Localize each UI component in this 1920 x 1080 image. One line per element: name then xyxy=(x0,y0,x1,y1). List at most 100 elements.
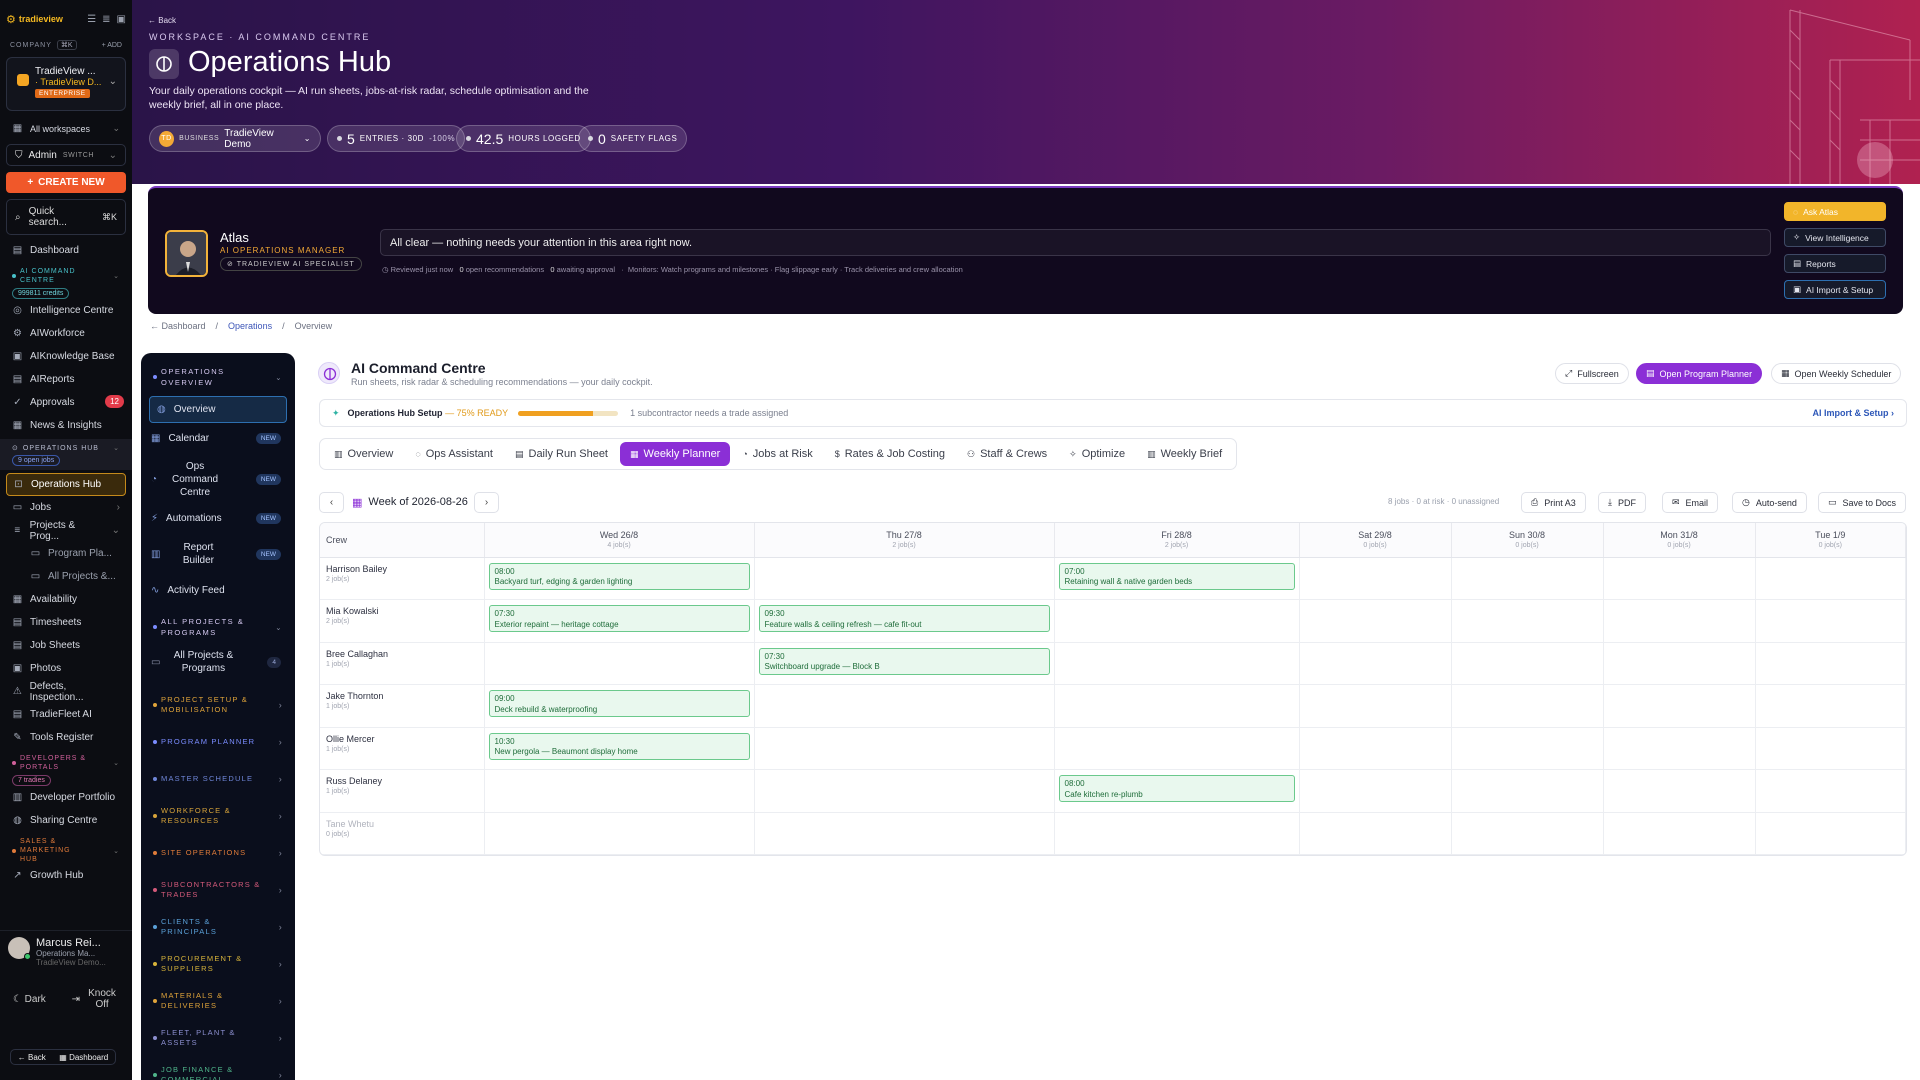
sidebar-item-operations-hub[interactable]: ⊡ Operations Hub xyxy=(6,473,126,496)
schedule-cell[interactable] xyxy=(1451,599,1604,643)
nav-group-subcontractors-trades[interactable]: SUBCONTRACTORS & TRADES › xyxy=(141,871,295,908)
add-company-button[interactable]: + ADD xyxy=(102,42,122,49)
schedule-cell[interactable]: 08:00 Backyard turf, edging & garden ligh… xyxy=(484,557,755,600)
schedule-cell[interactable]: 07:00 Retaining wall & native garden beds xyxy=(1054,557,1300,600)
nav-overview[interactable]: ◍ Overview xyxy=(149,396,287,423)
tab-weekly-brief[interactable]: ▥ Weekly Brief xyxy=(1137,442,1232,466)
auto-send-button[interactable]: ◷ Auto-send xyxy=(1732,492,1807,513)
nav-group-fleet-plant-assets[interactable]: FLEET, PLANT & ASSETS › xyxy=(141,1019,295,1056)
nav-ops-command-centre[interactable]: ◔ Ops Command Centre NEW xyxy=(141,454,295,504)
schedule-cell[interactable] xyxy=(1054,812,1300,855)
save-to-docs-button[interactable]: ▭ Save to Docs xyxy=(1818,492,1907,513)
nav-group-master-schedule[interactable]: MASTER SCHEDULE › xyxy=(141,760,295,797)
open-weekly-scheduler-button[interactable]: ▦ Open Weekly Scheduler xyxy=(1771,363,1902,384)
schedule-cell[interactable] xyxy=(1603,727,1756,770)
ask-atlas-button[interactable]: ◌ Ask Atlas xyxy=(1784,202,1886,221)
reports-button[interactable]: ▤ Reports xyxy=(1784,254,1886,273)
next-week-button[interactable]: › xyxy=(474,492,499,513)
breadcrumb-operations[interactable]: Operations xyxy=(228,321,272,331)
nav-activity-feed[interactable]: ∿ Activity Feed xyxy=(141,575,295,606)
schedule-cell[interactable]: 07:30 Switchboard upgrade — Block B xyxy=(754,642,1055,685)
schedule-cell[interactable] xyxy=(1299,812,1452,855)
sidebar-item-tradiefleet-ai[interactable]: ▤ TradieFleet AI xyxy=(0,703,132,726)
schedule-cell[interactable] xyxy=(484,769,755,813)
schedule-cell[interactable] xyxy=(1451,812,1604,855)
sidebar-back-button[interactable]: ← Back xyxy=(18,1053,46,1062)
job-card[interactable]: 09:30 Feature walls & ceiling refresh — c… xyxy=(758,605,1050,632)
schedule-cell[interactable]: 10:30 New pergola — Beaumont display home xyxy=(484,727,755,770)
sidebar-item-tools-register[interactable]: ✎ Tools Register xyxy=(0,726,132,749)
schedule-cell[interactable] xyxy=(1451,642,1604,685)
sidebar-item-job-sheets[interactable]: ▤ Job Sheets xyxy=(0,634,132,657)
all-workspaces[interactable]: ▦ All workspaces ⌄ xyxy=(0,117,132,140)
schedule-cell[interactable] xyxy=(484,812,755,855)
sidebar-item-jobs[interactable]: ▭ Jobs › xyxy=(0,496,132,519)
schedule-cell[interactable] xyxy=(754,812,1055,855)
nav-group-site-operations[interactable]: SITE OPERATIONS › xyxy=(141,834,295,871)
ai-import-setup-button[interactable]: ▣ AI Import & Setup xyxy=(1784,280,1886,299)
print-a3-button[interactable]: ⎙ Print A3 xyxy=(1521,492,1586,513)
sidebar-item-dashboard[interactable]: ▤ Dashboard xyxy=(0,239,132,262)
schedule-cell[interactable] xyxy=(1054,727,1300,770)
crew-name-cell[interactable]: Bree Callaghan 1 job(s) xyxy=(320,642,485,685)
schedule-cell[interactable]: 08:00 Cafe kitchen re-plumb xyxy=(1054,769,1300,813)
schedule-cell[interactable] xyxy=(1755,557,1906,600)
sidebar-subitem-all-projects[interactable]: ▭ All Projects &... xyxy=(0,565,132,588)
tab-ops-assistant[interactable]: ◌ Ops Assistant xyxy=(405,442,503,466)
operations-overview-section[interactable]: OPERATIONS OVERVIEW ⌄ xyxy=(141,353,295,388)
crew-name-cell[interactable]: Ollie Mercer 1 job(s) xyxy=(320,727,485,770)
open-program-planner-button[interactable]: ▤ Open Program Planner xyxy=(1636,363,1763,384)
knock-off-button[interactable]: ⇥ Knock Off xyxy=(72,988,119,1010)
schedule-cell[interactable] xyxy=(1451,769,1604,813)
job-card[interactable]: 10:30 New pergola — Beaumont display home xyxy=(488,732,750,760)
nav-automations[interactable]: ⚡ Automations NEW xyxy=(141,504,295,533)
schedule-cell[interactable] xyxy=(1755,599,1906,643)
nav-group-workforce-resources[interactable]: WORKFORCE & RESOURCES › xyxy=(141,797,295,834)
operations-hub-section[interactable]: ⊙ OPERATIONS HUB ⌄ 9 open jobs xyxy=(0,439,132,470)
all-projects-section[interactable]: ALL PROJECTS & PROGRAMS ⌄ xyxy=(141,606,295,638)
schedule-cell[interactable] xyxy=(484,642,755,685)
tab-overview[interactable]: ▥ Overview xyxy=(324,442,403,466)
schedule-cell[interactable] xyxy=(1451,727,1604,770)
nav-group-procurement-suppliers[interactable]: PROCUREMENT & SUPPLIERS › xyxy=(141,945,295,982)
schedule-cell[interactable]: 07:30 Exterior repaint — heritage cottage xyxy=(484,599,755,643)
schedule-cell[interactable] xyxy=(1299,684,1452,728)
tab-optimize[interactable]: ✧ Optimize xyxy=(1059,442,1135,466)
crew-name-cell[interactable]: Tane Whetu 0 job(s) xyxy=(320,812,485,855)
schedule-cell[interactable] xyxy=(1299,727,1452,770)
pdf-button[interactable]: ⤓ PDF xyxy=(1598,492,1646,513)
view-intelligence-button[interactable]: ✧ View Intelligence xyxy=(1784,228,1886,247)
breadcrumb-dashboard[interactable]: ← Dashboard xyxy=(150,321,206,331)
schedule-cell[interactable] xyxy=(754,769,1055,813)
schedule-cell[interactable] xyxy=(1054,642,1300,685)
ai-command-centre-section[interactable]: AI COMMAND CENTRE ⌄ 999811 credits xyxy=(0,262,132,299)
org-switcher[interactable]: TradieView ... · TradieView D... ENTERPR… xyxy=(6,57,126,111)
nav-group-project-setup-mobilisation[interactable]: PROJECT SETUP & MOBILISATION › xyxy=(141,686,295,723)
sidebar-item-photos[interactable]: ▣ Photos xyxy=(0,657,132,680)
sidebar-item-defects-inspection[interactable]: ⚠ Defects, Inspection... xyxy=(0,680,132,703)
nav-group-materials-deliveries[interactable]: MATERIALS & DELIVERIES › xyxy=(141,982,295,1019)
sidebar-item-developer-portfolio[interactable]: ▥ Developer Portfolio xyxy=(0,786,132,809)
schedule-cell[interactable] xyxy=(1603,642,1756,685)
role-switcher[interactable]: ⛉ Admin SWITCH ⌄ xyxy=(6,144,126,166)
sidebar-item-timesheets[interactable]: ▤ Timesheets xyxy=(0,611,132,634)
back-link[interactable]: ← Back xyxy=(148,16,176,25)
job-card[interactable]: 07:30 Switchboard upgrade — Block B xyxy=(758,647,1050,675)
schedule-cell[interactable] xyxy=(754,727,1055,770)
schedule-cell[interactable] xyxy=(1054,599,1300,643)
previous-week-button[interactable]: ‹ xyxy=(319,492,344,513)
nav-all-projects[interactable]: ▭ All Projects & Programs 4 xyxy=(141,642,295,682)
tab-staff-crews[interactable]: ⚇ Staff & Crews xyxy=(957,442,1057,466)
ai-import-setup-link[interactable]: AI Import & Setup › xyxy=(1813,408,1895,418)
job-card[interactable]: 08:00 Backyard turf, edging & garden ligh… xyxy=(488,562,750,590)
nav-calendar[interactable]: ▦ Calendar NEW xyxy=(141,423,295,454)
business-selector[interactable]: TD BUSINESS TradieView Demo ⌄ xyxy=(149,125,321,152)
schedule-cell[interactable] xyxy=(1755,769,1906,813)
schedule-cell[interactable]: 09:30 Feature walls & ceiling refresh — c… xyxy=(754,599,1055,643)
sales-marketing-section[interactable]: SALES & MARKETING HUB ⌄ xyxy=(0,832,132,864)
schedule-cell[interactable] xyxy=(1299,557,1452,600)
create-new-button[interactable]: + CREATE NEW xyxy=(6,172,126,193)
quick-search[interactable]: ⌕ Quick search... ⌘K xyxy=(6,199,126,235)
schedule-cell[interactable] xyxy=(1299,769,1452,813)
user-profile[interactable]: Marcus Rei... Operations Ma... TradieView … xyxy=(0,930,132,974)
